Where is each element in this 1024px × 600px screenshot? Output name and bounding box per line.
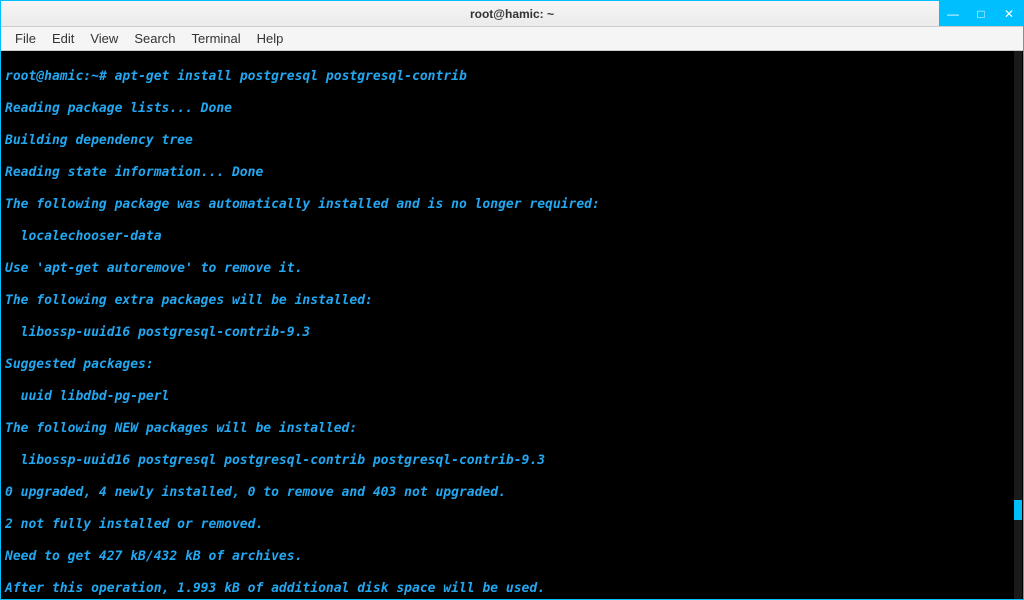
output-line: Building dependency tree bbox=[5, 133, 1019, 149]
scrollbar-thumb[interactable] bbox=[1014, 500, 1022, 520]
output-line: After this operation, 1.993 kB of additi… bbox=[5, 581, 1019, 597]
prompt-sep1: : bbox=[83, 69, 91, 84]
menu-search[interactable]: Search bbox=[126, 29, 183, 48]
output-line: The following NEW packages will be insta… bbox=[5, 421, 1019, 437]
terminal-output[interactable]: root@hamic:~# apt-get install postgresql… bbox=[1, 51, 1023, 599]
output-line: Use 'apt-get autoremove' to remove it. bbox=[5, 261, 1019, 277]
menubar: File Edit View Search Terminal Help bbox=[1, 27, 1023, 51]
minimize-button[interactable]: — bbox=[939, 1, 967, 26]
close-button[interactable]: ✕ bbox=[995, 1, 1023, 26]
titlebar-controls: — □ ✕ bbox=[939, 1, 1023, 26]
output-line: Reading state information... Done bbox=[5, 165, 1019, 181]
output-line: Reading package lists... Done bbox=[5, 101, 1019, 117]
output-line: 0 upgraded, 4 newly installed, 0 to remo… bbox=[5, 485, 1019, 501]
scrollbar[interactable] bbox=[1014, 51, 1022, 599]
output-line: uuid libdbd-pg-perl bbox=[5, 389, 1019, 405]
output-line: localechooser-data bbox=[5, 229, 1019, 245]
prompt-path: ~ bbox=[91, 69, 99, 84]
output-line: The following package was automatically … bbox=[5, 197, 1019, 213]
command-text: apt-get install postgresql postgresql-co… bbox=[115, 69, 467, 84]
prompt-line: root@hamic:~# apt-get install postgresql… bbox=[5, 69, 1019, 85]
window-title: root@hamic: ~ bbox=[470, 7, 554, 21]
output-line: libossp-uuid16 postgresql postgresql-con… bbox=[5, 453, 1019, 469]
prompt-user-host: root@hamic bbox=[5, 69, 83, 84]
menu-edit[interactable]: Edit bbox=[44, 29, 82, 48]
output-line: Need to get 427 kB/432 kB of archives. bbox=[5, 549, 1019, 565]
menu-terminal[interactable]: Terminal bbox=[184, 29, 249, 48]
menu-view[interactable]: View bbox=[82, 29, 126, 48]
menu-help[interactable]: Help bbox=[249, 29, 292, 48]
output-line: libossp-uuid16 postgresql-contrib-9.3 bbox=[5, 325, 1019, 341]
output-line: Suggested packages: bbox=[5, 357, 1019, 373]
titlebar[interactable]: root@hamic: ~ — □ ✕ bbox=[1, 1, 1023, 27]
menu-file[interactable]: File bbox=[7, 29, 44, 48]
maximize-button[interactable]: □ bbox=[967, 1, 995, 26]
output-line: The following extra packages will be ins… bbox=[5, 293, 1019, 309]
output-line: 2 not fully installed or removed. bbox=[5, 517, 1019, 533]
prompt-sep2: # bbox=[99, 69, 107, 84]
